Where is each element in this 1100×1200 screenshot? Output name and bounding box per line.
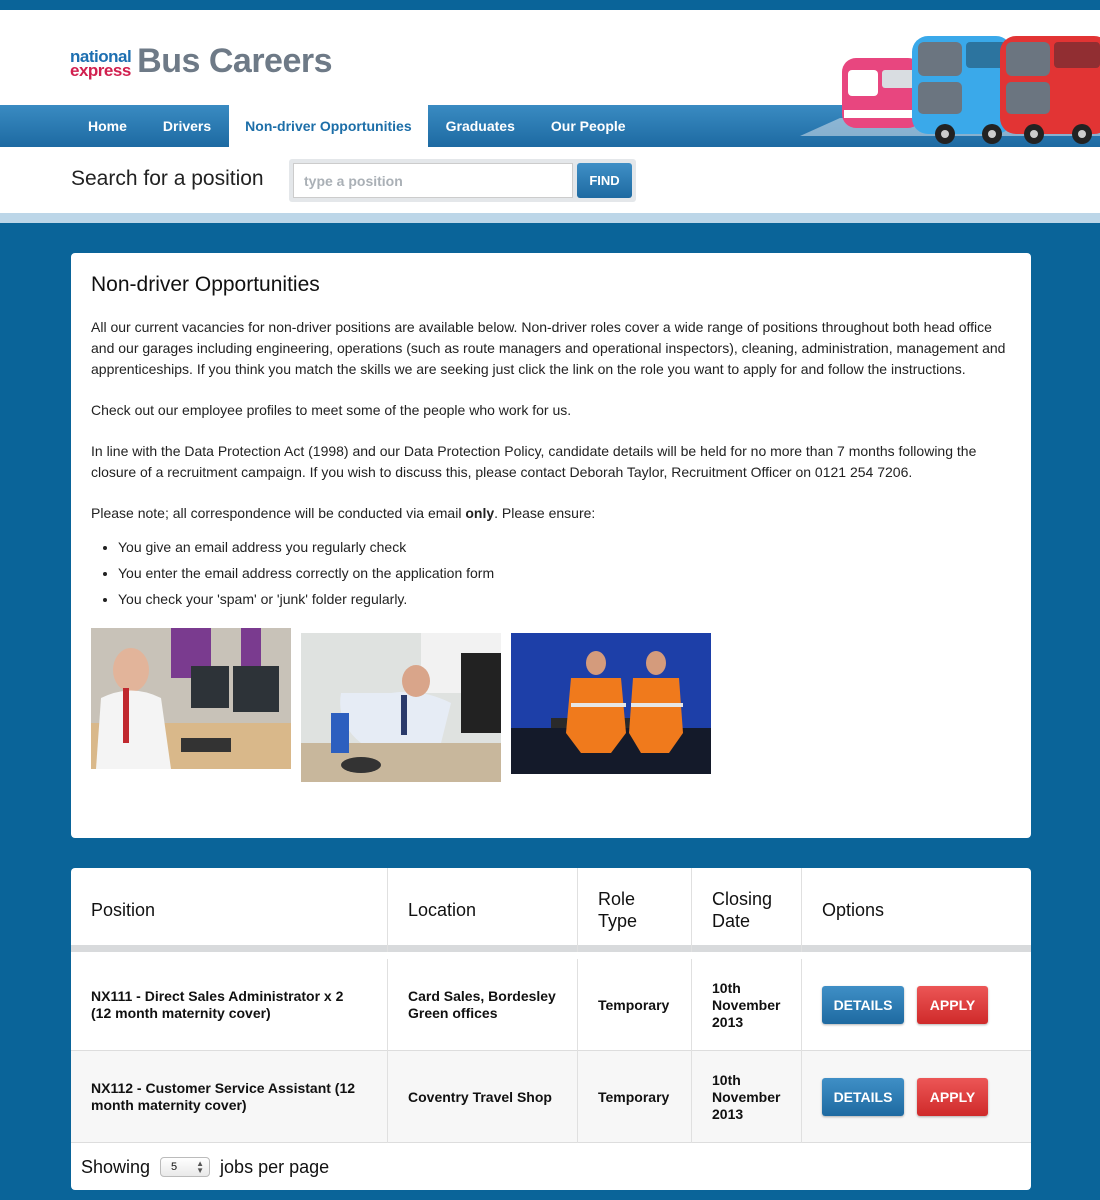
header-position[interactable]: Position (71, 868, 388, 952)
header-closing-line2: Date (712, 911, 751, 931)
email-note-paragraph: Please note; all correspondence will be … (91, 503, 1011, 524)
employee-profiles-paragraph: Check out our employee profiles to meet … (91, 402, 572, 418)
role-type-cell: Temporary (578, 959, 692, 1051)
header-location[interactable]: Location (388, 868, 578, 952)
email-note-emphasis: only (465, 505, 495, 521)
office-phone-photo (91, 628, 291, 769)
pink-tram-icon (842, 58, 922, 128)
nav-item-drivers[interactable]: Drivers (145, 105, 229, 147)
nav-item-non-driver-opportunities[interactable]: Non-driver Opportunities (229, 93, 428, 147)
options-cell: DETAILS APPLY (802, 959, 1031, 1051)
select-arrows-icon: ▲ ▼ (196, 1159, 205, 1175)
per-page-select[interactable]: 5 ▲ ▼ (160, 1157, 211, 1177)
national-express-logo: national express (70, 48, 132, 80)
nav-item-home[interactable]: Home (70, 105, 145, 147)
staff-photos (91, 628, 1011, 788)
table-header: Position Location Role Type Closing Date O… (71, 868, 1031, 952)
table-row: NX112 - Customer Service Assistant (12 m… (71, 1051, 1031, 1143)
table-row: NX111 - Direct Sales Administrator x 2 (… (71, 959, 1031, 1051)
search-input[interactable] (293, 163, 573, 198)
list-item: You give an email address you regularly … (118, 534, 1011, 560)
details-button[interactable]: DETAILS (822, 1078, 904, 1116)
nav-list: Home Drivers Non-driver Opportunities Gr… (70, 93, 644, 147)
header-options: Options (822, 899, 885, 920)
email-note-end: . Please ensure: (494, 505, 596, 521)
closing-date-cell: 10th November 2013 (692, 959, 802, 1051)
search-bar: Search for a position FIND (0, 147, 1100, 213)
search-form: FIND (289, 159, 636, 202)
location-cell: Coventry Travel Shop (388, 1051, 578, 1143)
apply-button[interactable]: APPLY (917, 986, 988, 1024)
intro-panel: Non-driver Opportunities All our current… (71, 253, 1031, 838)
email-note-text: Please note; all correspondence will be … (91, 505, 466, 521)
find-button[interactable]: FIND (577, 163, 632, 198)
nav-item-graduates[interactable]: Graduates (428, 105, 533, 147)
data-protection-paragraph: In line with the Data Protection Act (19… (91, 443, 977, 480)
email-checklist: You give an email address you regularly … (118, 534, 1011, 612)
site-logo[interactable]: national express Bus Careers (70, 42, 333, 80)
desk-worker-photo (301, 633, 501, 782)
blue-bus-icon (912, 36, 1012, 144)
nav-item-our-people[interactable]: Our People (533, 105, 644, 147)
location-cell: Card Sales, Bordesley Green offices (388, 959, 578, 1051)
list-item: You enter the email address correctly on… (118, 560, 1011, 586)
position-cell: NX112 - Customer Service Assistant (12 m… (71, 1051, 388, 1143)
vacancies-table: Position Location Role Type Closing Date O… (71, 868, 1031, 1190)
header-closing-date[interactable]: Closing Date (692, 868, 802, 952)
position-cell: NX111 - Direct Sales Administrator x 2 (… (71, 959, 388, 1051)
role-type-cell: Temporary (578, 1051, 692, 1143)
site-title: Bus Careers (137, 42, 333, 80)
red-bus-icon (1000, 36, 1100, 144)
page-title: Non-driver Opportunities (91, 273, 320, 296)
per-page-value: 5 (171, 1161, 178, 1173)
per-page-suffix: jobs per page (220, 1156, 330, 1177)
header-role-type-line2: Type (598, 911, 638, 931)
details-button[interactable]: DETAILS (822, 986, 904, 1024)
pagination-footer: Showing 5 ▲ ▼ jobs per page (71, 1144, 1031, 1190)
header-closing-line1: Closing (712, 889, 773, 909)
header-role-type-line1: Role (598, 889, 636, 909)
logo-line2: express (70, 61, 131, 80)
list-item: You check your 'spam' or 'junk' folder r… (118, 586, 1011, 612)
engineers-photo (511, 633, 711, 774)
options-cell: DETAILS APPLY (802, 1051, 1031, 1143)
buses-illustration (800, 36, 1100, 144)
top-border (0, 0, 1100, 10)
search-bar-divider (0, 213, 1100, 223)
header-role-type[interactable]: Role Type (578, 868, 692, 952)
intro-paragraph: All our current vacancies for non-driver… (91, 319, 1006, 377)
apply-button[interactable]: APPLY (917, 1078, 988, 1116)
closing-date-cell: 10th November 2013 (692, 1051, 802, 1143)
showing-label: Showing (81, 1156, 151, 1177)
search-label: Search for a position (71, 167, 264, 190)
